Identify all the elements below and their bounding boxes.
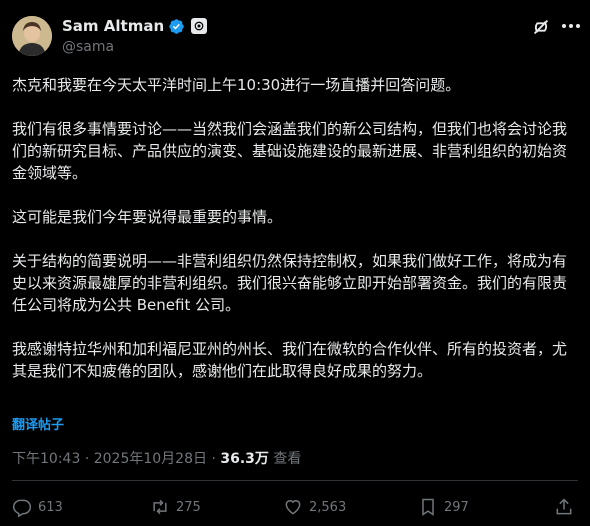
post-meta: 下午10:43 · 2025年10月28日 · 36.3万 查看	[12, 448, 301, 468]
heart-icon	[285, 500, 301, 515]
author-handle[interactable]: @sama	[62, 39, 114, 55]
post-paragraph: 我们有很多事情要讨论——当然我们会涵盖我们的新公司结构，但我们也将会讨论我们的新…	[12, 120, 568, 182]
meta-separator: ·	[211, 451, 221, 467]
post-time[interactable]: 下午10:43	[12, 451, 80, 467]
grok-icon[interactable]	[530, 16, 552, 38]
views-count: 36.3万	[220, 451, 269, 467]
author-name[interactable]: Sam Altman	[62, 17, 164, 35]
action-bar: 613 275 2,563 297	[12, 497, 578, 519]
share-button[interactable]	[554, 497, 574, 517]
reply-button[interactable]: 613	[12, 497, 63, 517]
reply-count: 613	[38, 499, 63, 515]
post-text: 杰克和我要在今天太平洋时间上午10:30进行一场直播并回答问题。 我们有很多事情…	[12, 74, 578, 382]
post-paragraph: 关于结构的简要说明——非营利组织仍然保持控制权，如果我们做好工作，将成为有史以来…	[12, 252, 568, 314]
repost-button[interactable]: 275	[150, 497, 201, 517]
bookmark-count: 297	[444, 499, 469, 515]
like-count: 2,563	[309, 499, 347, 515]
divider	[12, 480, 578, 481]
more-options-icon[interactable]	[562, 24, 582, 30]
repost-count: 275	[176, 499, 201, 515]
post-paragraph: 杰克和我要在今天太平洋时间上午10:30进行一场直播并回答问题。	[12, 76, 461, 94]
post-paragraph: 这可能是我们今年要说得最重要的事情。	[12, 208, 283, 226]
views-label: 查看	[273, 451, 302, 467]
like-button[interactable]: 2,563	[283, 497, 346, 517]
openai-affiliate-badge-icon[interactable]	[191, 18, 208, 34]
verified-badge-icon[interactable]	[168, 18, 185, 35]
post-date[interactable]: 2025年10月28日	[94, 451, 207, 467]
post-paragraph: 我感谢特拉华州和加利福尼亚州的州长、我们在微软的合作伙伴、所有的投资者，尤其是我…	[12, 340, 568, 380]
bookmark-button[interactable]: 297	[418, 497, 469, 517]
author-name-row: Sam Altman	[62, 17, 208, 35]
bookmark-icon	[422, 498, 434, 516]
avatar[interactable]	[12, 16, 52, 56]
translate-post-link[interactable]: 翻译帖子	[12, 414, 64, 433]
repost-icon	[153, 499, 167, 515]
reply-icon	[12, 499, 32, 517]
meta-separator: ·	[84, 451, 94, 467]
share-icon	[556, 498, 572, 515]
